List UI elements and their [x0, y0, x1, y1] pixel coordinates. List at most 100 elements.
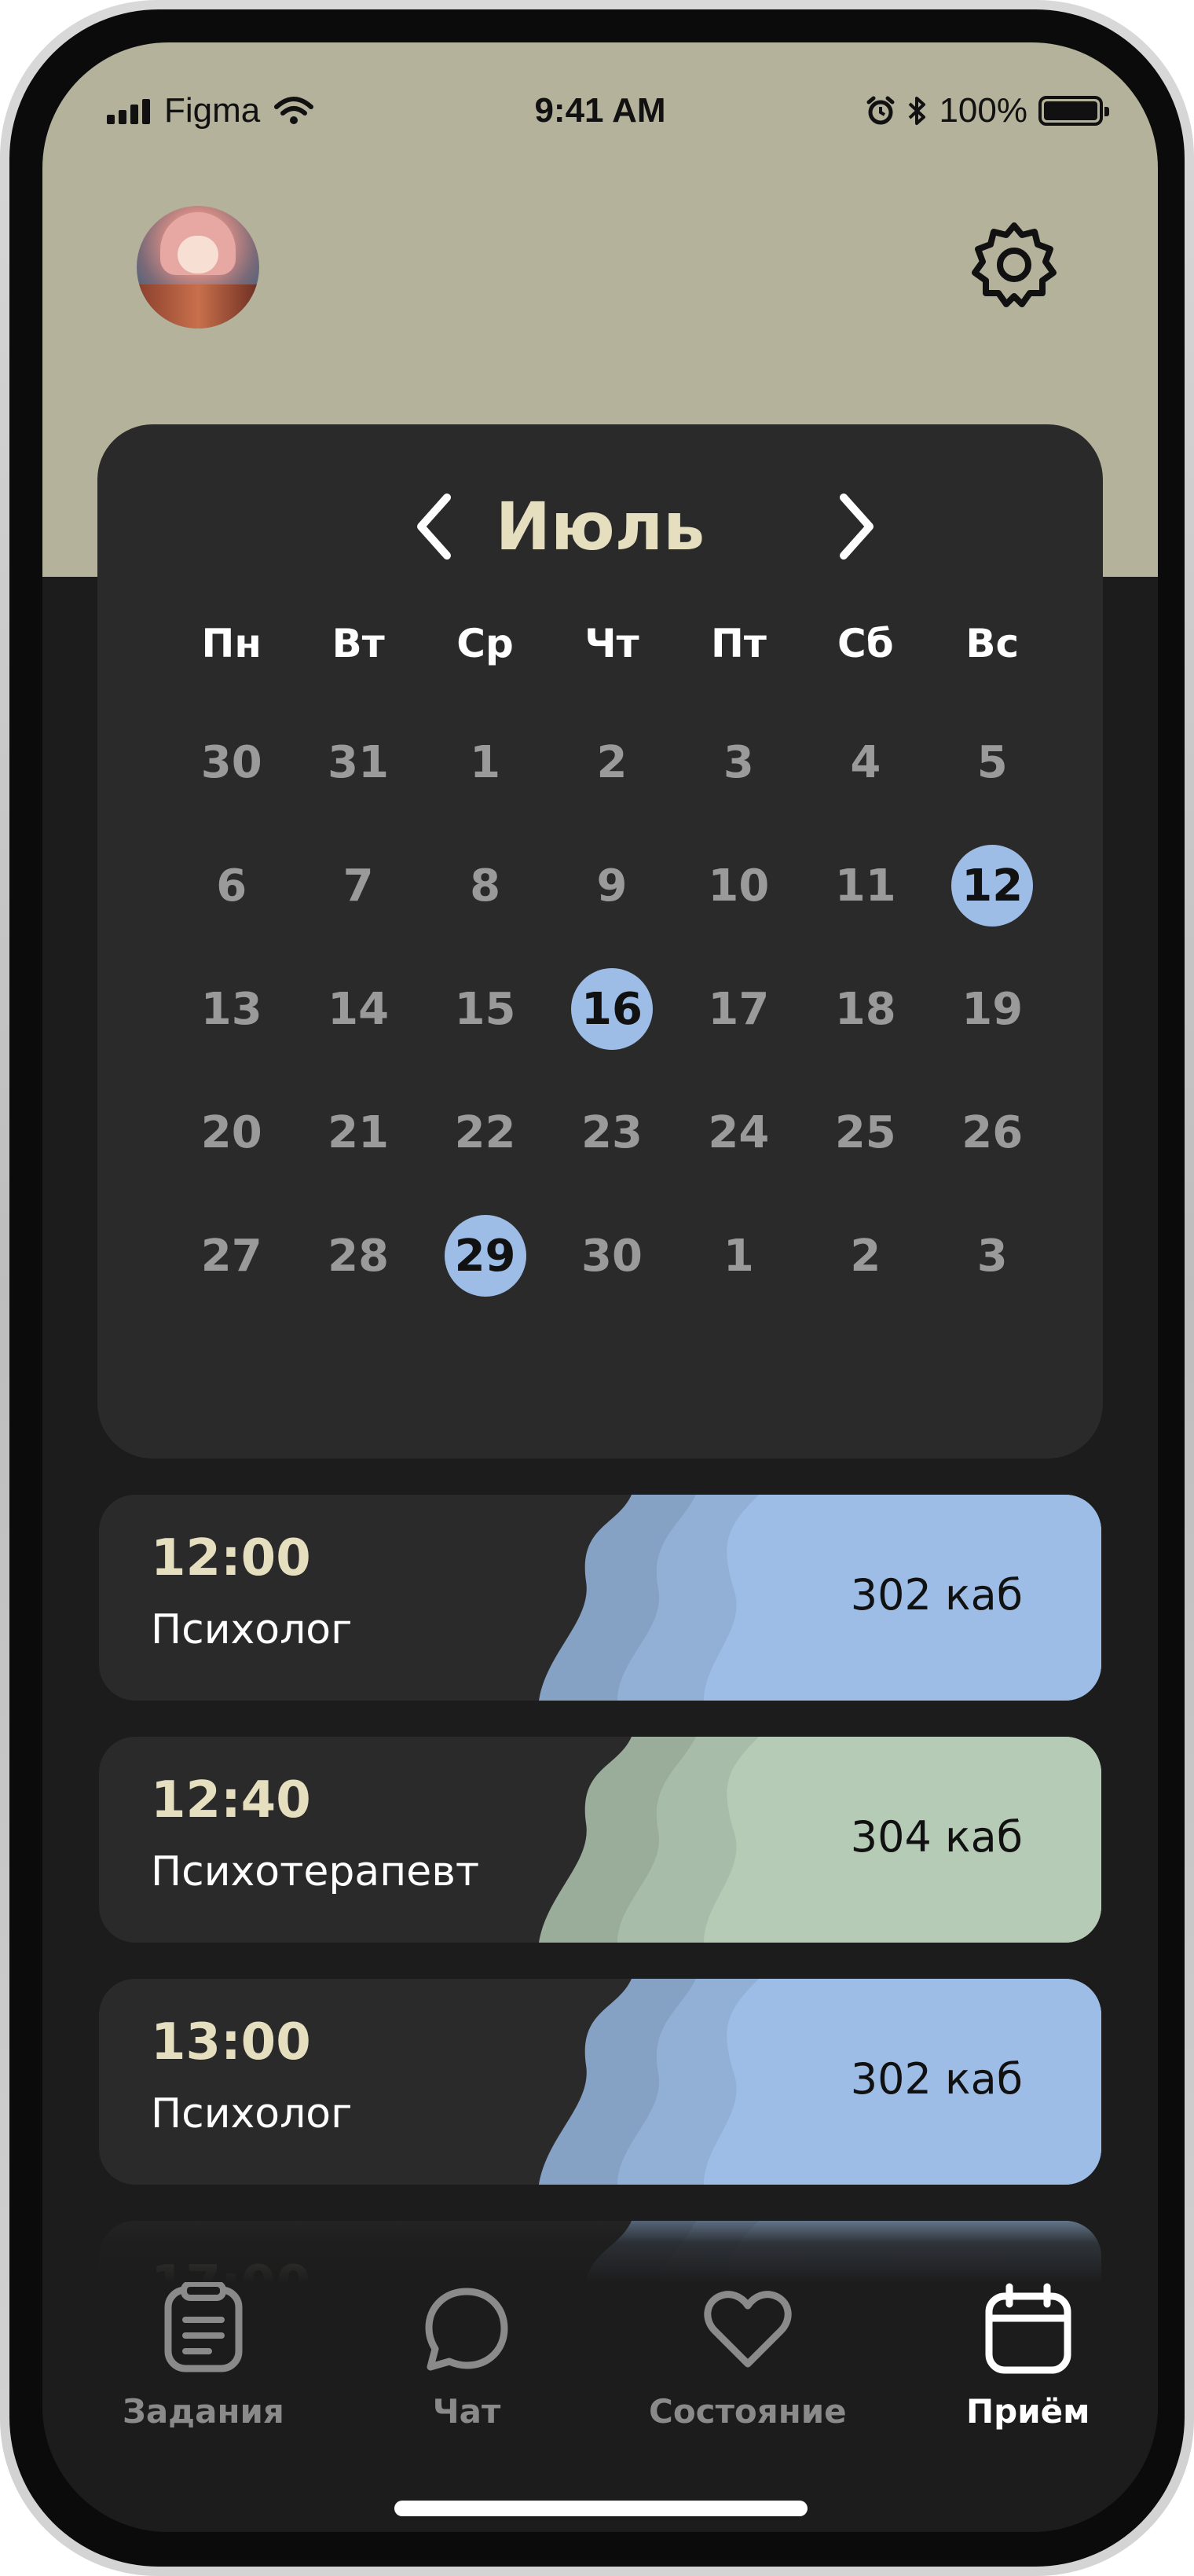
- calendar-day[interactable]: 2: [548, 721, 675, 803]
- nav-appointments[interactable]: Приём: [966, 2282, 1090, 2431]
- device-bezel: Figma 9:41 AM 100% Июль Пн Вт Ср Чт Пт С…: [9, 9, 1185, 2567]
- user-avatar[interactable]: [137, 206, 259, 328]
- calendar-day[interactable]: 6: [168, 845, 295, 927]
- nav-label: Приём: [966, 2392, 1090, 2431]
- alarm-icon: [866, 96, 895, 125]
- weekday-label: Пт: [710, 621, 767, 666]
- day-number: 26: [961, 1106, 1024, 1158]
- day-number: 28: [328, 1230, 390, 1282]
- calendar-day[interactable]: 2: [802, 1215, 928, 1297]
- appointment-card[interactable]: 12:40 Психотерапевт 304 каб: [99, 1737, 1101, 1943]
- calendar-day[interactable]: 24: [676, 1092, 802, 1173]
- day-number: 9: [596, 860, 628, 912]
- day-number: 8: [470, 860, 501, 912]
- day-number: 31: [328, 736, 390, 788]
- day-number: 10: [708, 860, 770, 912]
- calendar-day[interactable]: 3: [929, 1215, 1056, 1297]
- day-number: 4: [850, 736, 881, 788]
- day-number: 20: [200, 1106, 262, 1158]
- appointment-card[interactable]: 13:00 Психолог 302 каб: [99, 1979, 1101, 2185]
- calendar-day[interactable]: 19: [929, 968, 1056, 1050]
- appointment-specialist: Психолог: [151, 1606, 353, 1653]
- calendar-week-row: 6 7 8 9 10 11 12: [168, 845, 1056, 927]
- weekday-label: Вс: [965, 621, 1020, 666]
- calendar-week-row: 30 31 1 2 3 4 5: [168, 721, 1056, 803]
- calendar-day[interactable]: 21: [295, 1092, 421, 1173]
- appointment-room: 302 каб: [850, 1570, 1023, 1620]
- calendar-day[interactable]: 30: [168, 721, 295, 803]
- status-right: 100%: [865, 91, 1109, 130]
- appointment-card[interactable]: 12:00 Психолог 302 каб: [99, 1495, 1101, 1701]
- day-number: 21: [328, 1106, 390, 1158]
- day-number: 19: [961, 983, 1024, 1035]
- calendar-icon: [981, 2282, 1075, 2376]
- calendar-day[interactable]: 16: [548, 968, 675, 1050]
- calendar-day[interactable]: 26: [929, 1092, 1056, 1173]
- appointment-room: 304 каб: [850, 1812, 1023, 1862]
- calendar-day[interactable]: 14: [295, 968, 421, 1050]
- nav-state[interactable]: Состояние: [649, 2282, 847, 2431]
- nav-label: Чат: [432, 2392, 501, 2431]
- calendar-day[interactable]: 7: [295, 845, 421, 927]
- day-number: 14: [328, 983, 390, 1035]
- day-number: 30: [581, 1230, 643, 1282]
- weekday-row: Пн Вт Ср Чт Пт Сб Вс: [168, 621, 1056, 666]
- day-number: 23: [581, 1106, 643, 1158]
- calendar-day[interactable]: 31: [295, 721, 421, 803]
- appointment-specialist: Психотерапевт: [151, 1848, 480, 1895]
- home-indicator[interactable]: [394, 2501, 808, 2516]
- day-number: 25: [834, 1106, 896, 1158]
- calendar-week-row: 13 14 15 16 17 18 19: [168, 968, 1056, 1050]
- calendar-day[interactable]: 9: [548, 845, 675, 927]
- calendar-day[interactable]: 3: [676, 721, 802, 803]
- day-number: 17: [708, 983, 770, 1035]
- bottom-nav: Задания Чат Состояние Приём: [42, 2282, 1158, 2471]
- calendar-day[interactable]: 25: [802, 1092, 928, 1173]
- calendar-day[interactable]: 13: [168, 968, 295, 1050]
- calendar-day[interactable]: 30: [548, 1215, 675, 1297]
- calendar-day[interactable]: 27: [168, 1215, 295, 1297]
- calendar-day[interactable]: 11: [802, 845, 928, 927]
- nav-label: Состояние: [649, 2392, 847, 2431]
- weekday-label: Пн: [201, 621, 262, 666]
- nav-label: Задания: [123, 2392, 284, 2431]
- calendar-day[interactable]: 1: [422, 721, 548, 803]
- appointment-room: 302 каб: [850, 2054, 1023, 2104]
- nav-chat[interactable]: Чат: [419, 2282, 514, 2431]
- next-month-button[interactable]: [816, 487, 895, 566]
- calendar-day[interactable]: 15: [422, 968, 548, 1050]
- gear-icon: [972, 222, 1057, 307]
- calendar-day[interactable]: 28: [295, 1215, 421, 1297]
- appointment-time: 12:40: [151, 1771, 311, 1829]
- day-number: 11: [834, 860, 896, 912]
- calendar-day[interactable]: 17: [676, 968, 802, 1050]
- calendar-day[interactable]: 18: [802, 968, 928, 1050]
- day-number: 1: [723, 1230, 754, 1282]
- day-number: 6: [216, 860, 247, 912]
- day-number: 12: [951, 845, 1034, 927]
- calendar-day[interactable]: 20: [168, 1092, 295, 1173]
- calendar-day[interactable]: 10: [676, 845, 802, 927]
- day-number: 30: [200, 736, 262, 788]
- device-frame: Figma 9:41 AM 100% Июль Пн Вт Ср Чт Пт С…: [0, 0, 1194, 2576]
- calendar-day[interactable]: 4: [802, 721, 928, 803]
- calendar-day[interactable]: 23: [548, 1092, 675, 1173]
- calendar-card: Июль Пн Вт Ср Чт Пт Сб Вс 30 31 1 2 3 4 …: [97, 424, 1103, 1459]
- calendar-day[interactable]: 29: [422, 1215, 548, 1297]
- settings-button[interactable]: [963, 214, 1065, 316]
- day-number: 13: [200, 983, 262, 1035]
- calendar-day[interactable]: 12: [929, 845, 1056, 927]
- calendar-day[interactable]: 1: [676, 1215, 802, 1297]
- calendar-day[interactable]: 5: [929, 721, 1056, 803]
- day-number: 16: [570, 968, 653, 1050]
- chat-icon: [419, 2282, 514, 2376]
- appointment-time: 13:00: [151, 2013, 311, 2071]
- day-number: 29: [444, 1215, 526, 1297]
- appointment-specialist: Психолог: [151, 2090, 353, 2137]
- tasks-icon: [156, 2282, 251, 2376]
- calendar-day[interactable]: 8: [422, 845, 548, 927]
- nav-tasks[interactable]: Задания: [123, 2282, 284, 2431]
- day-number: 5: [976, 736, 1008, 788]
- app-screen: Figma 9:41 AM 100% Июль Пн Вт Ср Чт Пт С…: [42, 42, 1158, 2532]
- calendar-day[interactable]: 22: [422, 1092, 548, 1173]
